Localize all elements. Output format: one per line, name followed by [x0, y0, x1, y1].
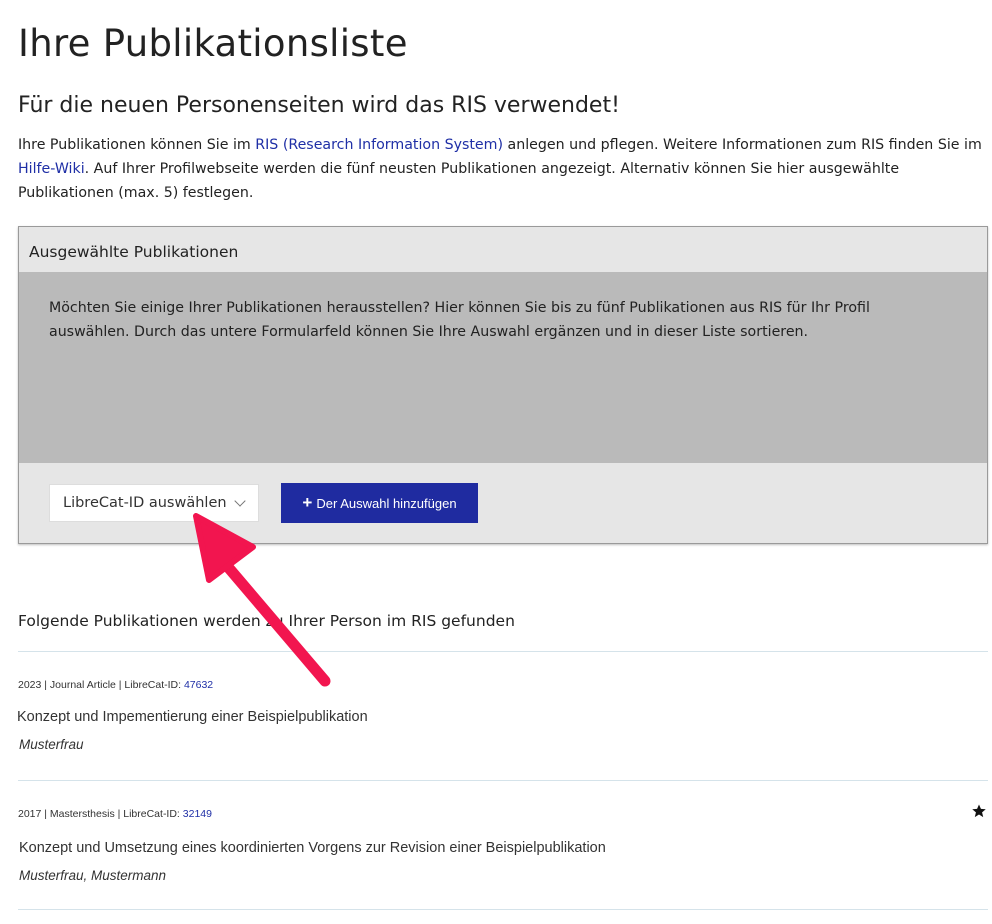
- page-title: Ihre Publikationsliste: [18, 22, 408, 65]
- librecat-id-link[interactable]: 47632: [184, 679, 213, 691]
- chevron-down-icon: [234, 495, 246, 507]
- intro-paragraph: Ihre Publikationen können Sie im RIS (Re…: [18, 133, 988, 205]
- divider: [18, 651, 988, 652]
- hilfe-wiki-link[interactable]: Hilfe-Wiki: [18, 161, 85, 177]
- selected-publications-panel: Ausgewählte Publikationen Möchten Sie ei…: [18, 226, 988, 544]
- panel-description: Möchten Sie einige Ihrer Publikationen h…: [49, 300, 870, 340]
- page-subtitle: Für die neuen Personenseiten wird das RI…: [18, 93, 620, 118]
- publication-meta-text: 2023 | Journal Article | LibreCat-ID:: [18, 679, 184, 691]
- ris-link[interactable]: RIS (Research Information System): [255, 137, 503, 153]
- publication-authors: Musterfrau, Mustermann: [19, 868, 167, 883]
- divider: [18, 780, 988, 781]
- publication-title: Konzept und Impementierung einer Beispie…: [17, 709, 368, 725]
- librecat-id-select[interactable]: LibreCat-ID auswählen: [49, 484, 259, 522]
- found-publications-heading: Folgende Publikationen werden zu Ihrer P…: [18, 612, 515, 630]
- panel-title: Ausgewählte Publikationen: [29, 243, 239, 261]
- publication-meta-text: 2017 | Mastersthesis | LibreCat-ID:: [18, 808, 183, 820]
- plus-icon: +: [302, 492, 313, 512]
- publication-meta: 2023 | Journal Article | LibreCat-ID: 47…: [18, 679, 213, 691]
- intro-text-3: . Auf Ihrer Profilwebseite werden die fü…: [18, 161, 900, 201]
- publication-authors: Musterfrau: [19, 737, 84, 752]
- intro-text-1: Ihre Publikationen können Sie im: [18, 137, 256, 153]
- librecat-id-link[interactable]: 32149: [183, 808, 212, 820]
- add-to-selection-button[interactable]: + Der Auswahl hinzufügen: [281, 483, 478, 523]
- add-to-selection-label: Der Auswahl hinzufügen: [316, 495, 457, 511]
- selected-publications-list: Möchten Sie einige Ihrer Publikationen h…: [19, 272, 987, 463]
- divider: [18, 909, 988, 910]
- publication-title: Konzept und Umsetzung eines koordinierte…: [19, 840, 606, 856]
- librecat-id-select-label: LibreCat-ID auswählen: [63, 495, 227, 511]
- star-icon[interactable]: [971, 803, 987, 819]
- publication-meta: 2017 | Mastersthesis | LibreCat-ID: 3214…: [18, 808, 212, 820]
- intro-text-2: anlegen und pflegen. Weitere Information…: [503, 137, 982, 153]
